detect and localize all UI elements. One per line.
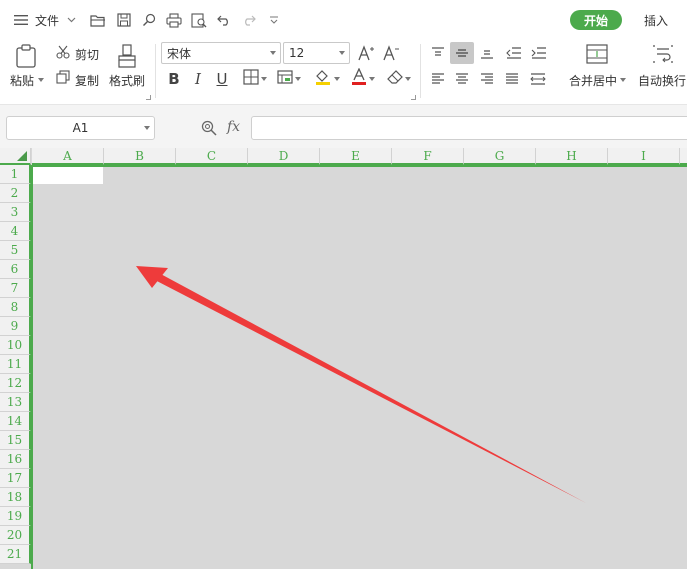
spreadsheet-app: 文件 开始 插入 粘贴 剪切 复制 格式刷 宋体 12 B I U 合并居中 自… <box>0 0 687 569</box>
red-arrow-shaft <box>151 272 586 503</box>
annotation-arrow-overlay <box>136 266 586 503</box>
